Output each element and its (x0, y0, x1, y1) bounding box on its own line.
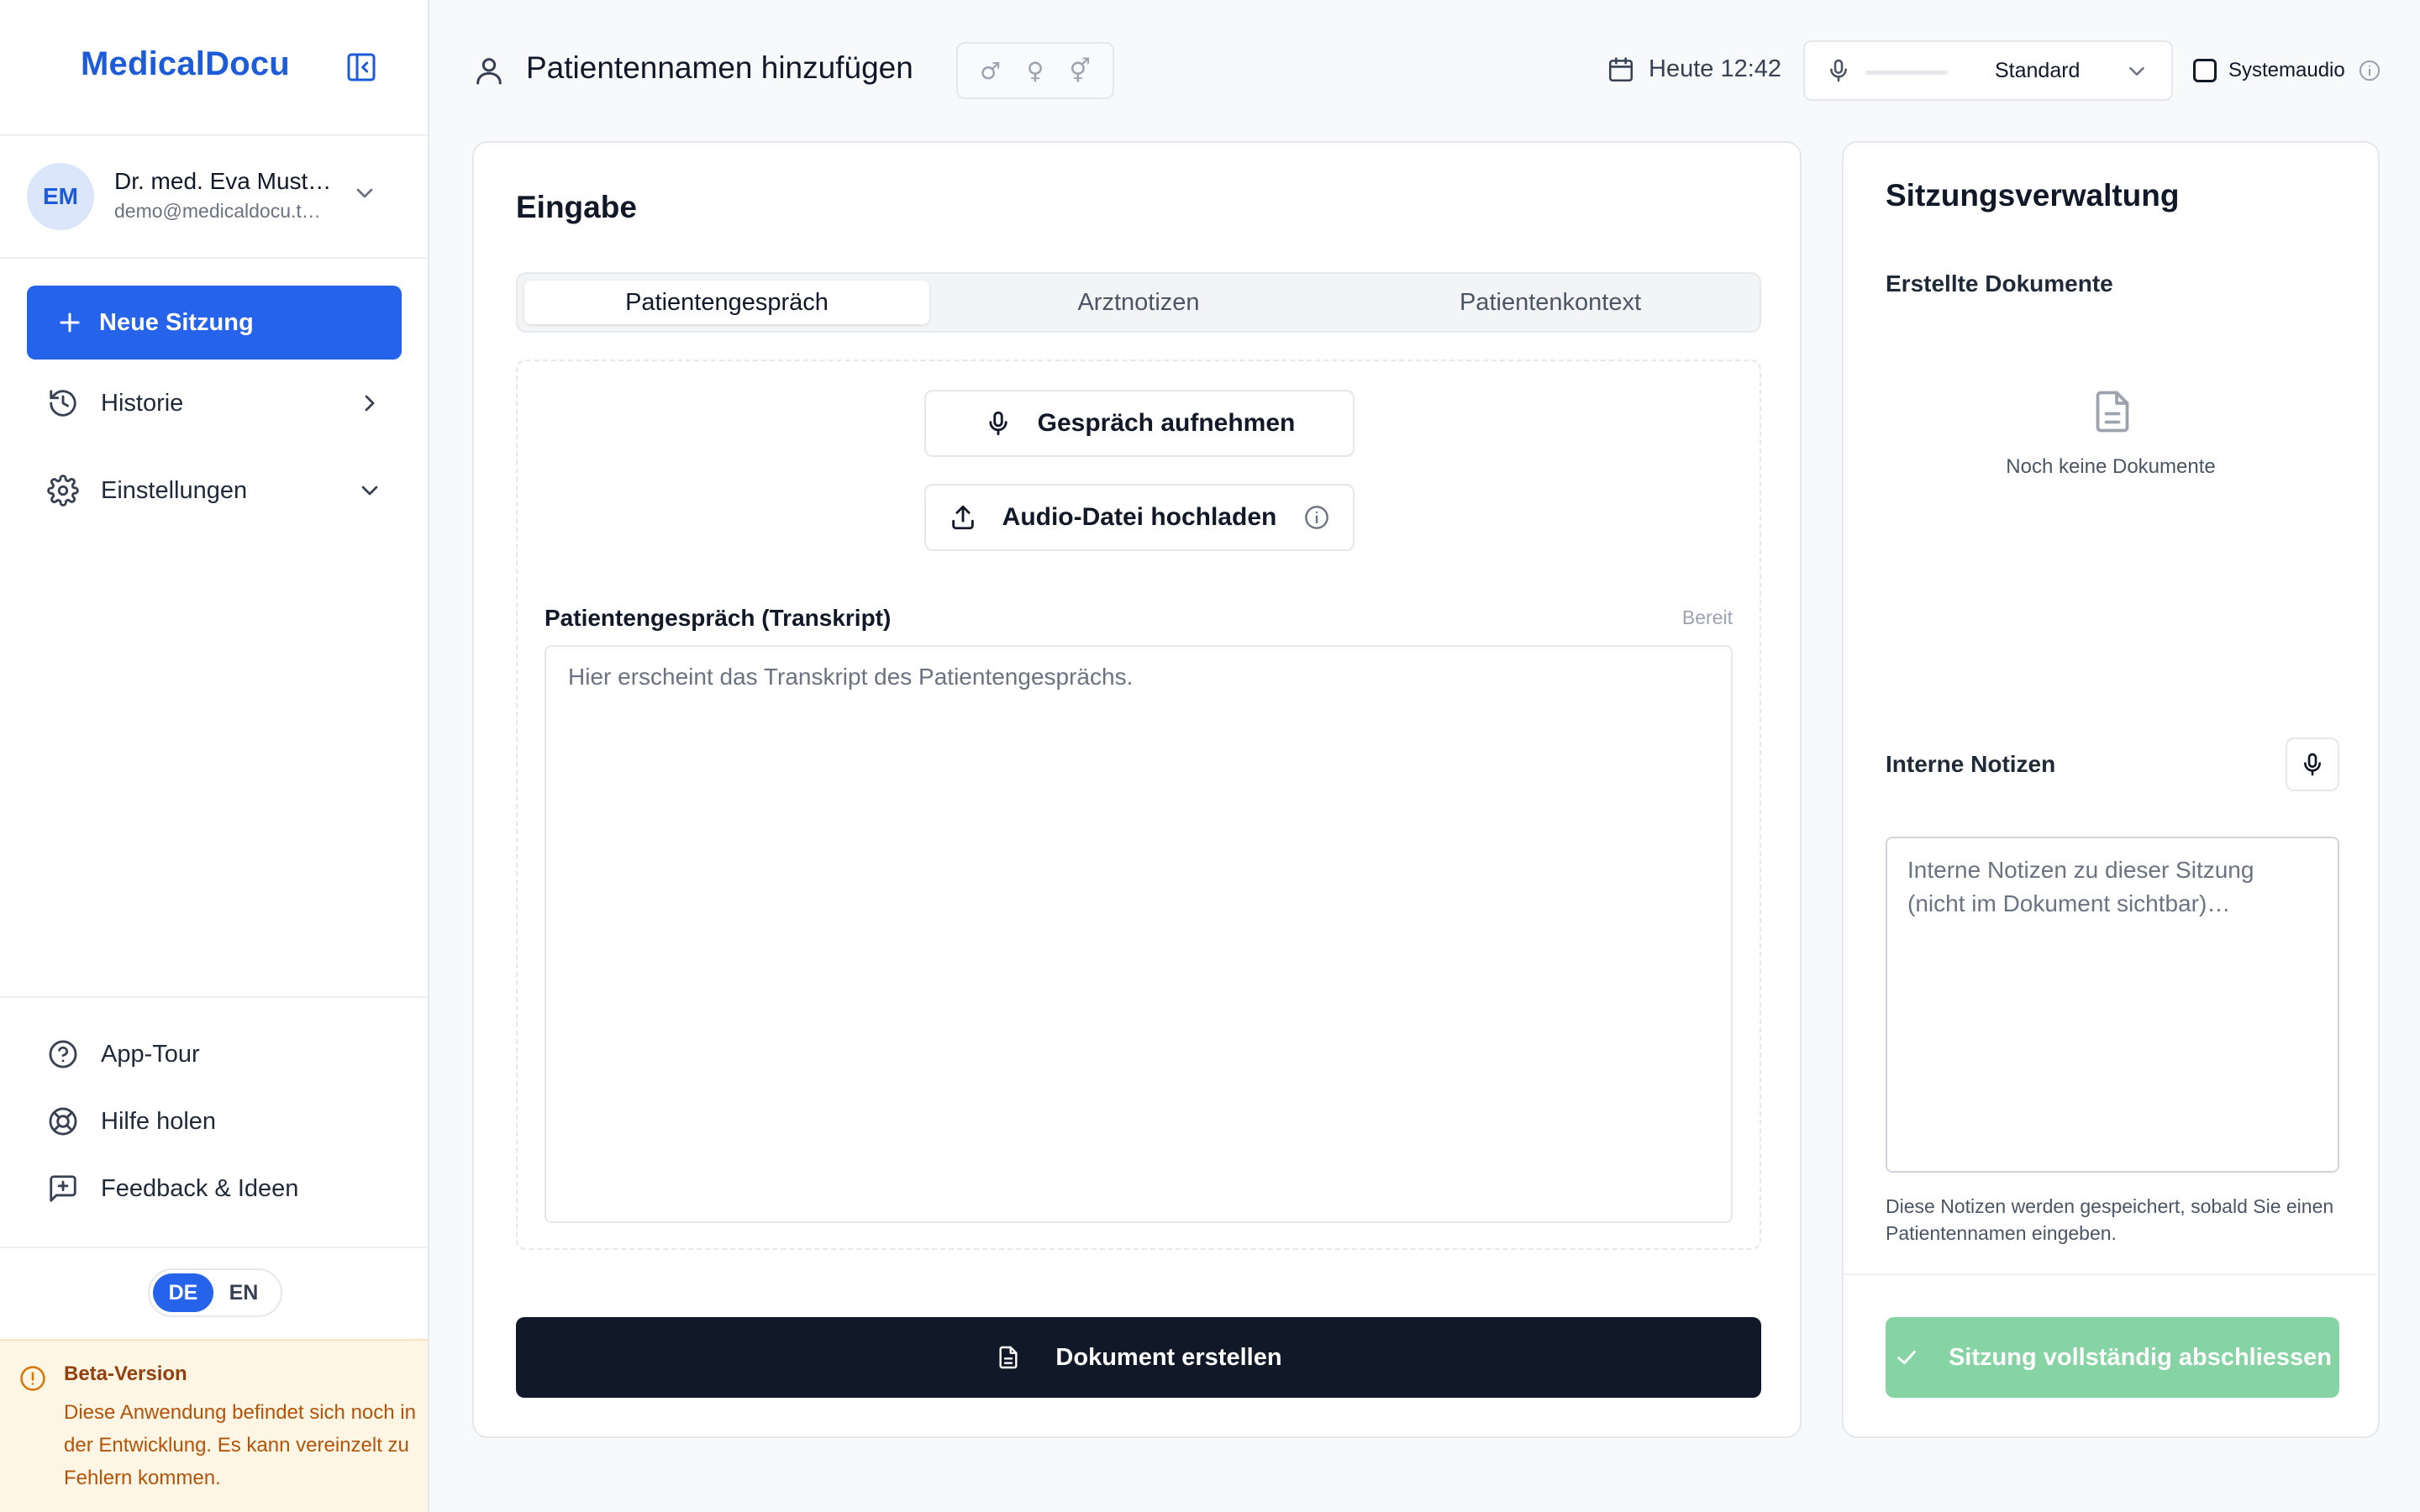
microphone-icon (1825, 57, 1852, 84)
transcript-textarea[interactable] (544, 645, 1733, 1223)
user-name: Dr. med. Eva Must… (114, 168, 332, 194)
record-conversation-label: Gespräch aufnehmen (1037, 409, 1296, 437)
feedback-icon (50, 1175, 76, 1202)
plus-icon (60, 312, 80, 333)
input-tabs: Patientengespräch Arztnotizen Patientenk… (516, 272, 1761, 333)
beta-text: Diese Anwendung befindet sich noch in de… (64, 1401, 416, 1489)
divider (0, 1247, 428, 1248)
chevron-right-icon (365, 395, 375, 412)
divider (0, 134, 428, 136)
beta-title: Beta-Version (64, 1362, 187, 1385)
sidebar: MedicalDocu EM Dr. med. Eva Must… demo@m… (0, 0, 429, 1512)
audio-device-select[interactable]: Standard (1803, 40, 2173, 101)
collapse-sidebar-icon[interactable] (345, 50, 378, 84)
session-card: Sitzungsverwaltung Erstellte Dokumente N… (1842, 141, 2380, 1438)
sidebar-item-feedback[interactable]: Feedback & Ideen (47, 1168, 383, 1210)
sidebar-item-settings[interactable]: Einstellungen (47, 469, 383, 512)
lifebuoy-icon (49, 1107, 77, 1136)
info-icon[interactable] (1303, 504, 1330, 531)
divider (1844, 1273, 2378, 1275)
input-title: Eingabe (516, 190, 637, 224)
tab-patient-context[interactable]: Patientenkontext (1348, 281, 1753, 324)
sidebar-item-label: Einstellungen (101, 476, 248, 504)
create-document-label: Dokument erstellen (1055, 1343, 1282, 1371)
record-conversation-button[interactable]: Gespräch aufnehmen (924, 390, 1355, 457)
check-icon (1897, 1350, 1916, 1365)
microphone-icon (988, 411, 1007, 436)
user-email: demo@medicaldocu.t… (114, 200, 321, 222)
document-icon (999, 1346, 1018, 1369)
new-session-button[interactable]: Neue Sitzung (27, 286, 402, 360)
complete-session-label: Sitzung vollständig abschliessen (1948, 1343, 2333, 1371)
audio-device-label: Standard (1995, 59, 2081, 82)
chevron-down-icon (2124, 59, 2149, 84)
system-audio-checkbox[interactable] (2193, 59, 2217, 82)
upload-icon (951, 505, 974, 530)
transcript-status: Bereit (1681, 606, 1733, 628)
transcript-label: Patientengespräch (Transkript) (544, 605, 892, 631)
sidebar-item-history[interactable]: Historie (47, 381, 383, 425)
sidebar-item-app-tour[interactable]: App-Tour (47, 1033, 383, 1075)
sidebar-item-label: App-Tour (101, 1040, 200, 1068)
session-title: Sitzungsverwaltung (1886, 178, 2180, 213)
session-date[interactable]: Heute 12:42 (1649, 55, 1781, 83)
sidebar-item-label: Feedback & Ideen (101, 1174, 299, 1202)
user-menu[interactable]: EM Dr. med. Eva Must… demo@medicaldocu.t… (27, 163, 397, 232)
language-de-button[interactable]: DE (153, 1273, 213, 1312)
microphone-icon (2304, 753, 2321, 776)
gender-selector: ♂ ♀ ⚥ (956, 42, 1114, 99)
gender-male-button[interactable]: ♂ (974, 57, 1007, 85)
complete-session-button[interactable]: Sitzung vollständig abschliessen (1886, 1317, 2339, 1398)
divider (0, 996, 428, 998)
notes-hint: Diese Notizen werden gespeichert, sobald… (1886, 1195, 2334, 1244)
help-circle-icon (49, 1040, 77, 1068)
system-audio-label[interactable]: Systemaudio (2228, 59, 2345, 82)
sidebar-item-help[interactable]: Hilfe holen (47, 1100, 383, 1142)
chevron-down-icon (351, 180, 378, 207)
patient-name-field[interactable]: Patientennamen hinzufügen (526, 50, 913, 86)
audio-level-meter (1865, 71, 1948, 75)
internal-notes-textarea[interactable] (1886, 837, 2339, 1173)
gear-icon (47, 475, 79, 507)
new-session-label: Neue Sitzung (99, 308, 254, 336)
document-icon (2096, 391, 2129, 433)
documents-heading: Erstellte Dokumente (1886, 270, 2113, 297)
user-icon (472, 54, 506, 87)
avatar: EM (27, 163, 94, 230)
sidebar-item-label: Historie (101, 389, 184, 417)
beta-notice: Beta-Version Diese Anwendung befindet si… (0, 1339, 428, 1512)
tab-doctor-notes[interactable]: Arztnotizen (936, 281, 1341, 324)
app-logo[interactable]: MedicalDocu (81, 45, 290, 83)
info-icon[interactable] (2358, 59, 2381, 82)
notes-dictate-button[interactable] (2286, 738, 2339, 791)
notes-heading: Interne Notizen (1886, 751, 2056, 777)
tab-patient-conversation[interactable]: Patientengespräch (524, 281, 929, 324)
gender-diverse-button[interactable]: ⚥ (1063, 57, 1097, 85)
gender-female-button[interactable]: ♀ (1018, 57, 1052, 85)
conversation-panel: Gespräch aufnehmen Audio-Datei hochladen… (516, 360, 1761, 1250)
language-toggle: DE EN (148, 1268, 282, 1317)
input-card: Eingabe Patientengespräch Arztnotizen Pa… (472, 141, 1802, 1438)
chevron-down-icon (361, 486, 378, 496)
divider (0, 257, 428, 259)
upload-audio-button[interactable]: Audio-Datei hochladen (924, 484, 1355, 551)
history-icon (50, 390, 76, 417)
alert-circle-icon (20, 1366, 45, 1391)
sidebar-item-label: Hilfe holen (101, 1107, 217, 1135)
upload-audio-label: Audio-Datei hochladen (1002, 503, 1277, 531)
calendar-icon (1607, 55, 1635, 84)
language-en-button[interactable]: EN (213, 1273, 274, 1312)
create-document-button[interactable]: Dokument erstellen (516, 1317, 1761, 1398)
documents-empty-text: Noch keine Dokumente (2006, 455, 2216, 478)
